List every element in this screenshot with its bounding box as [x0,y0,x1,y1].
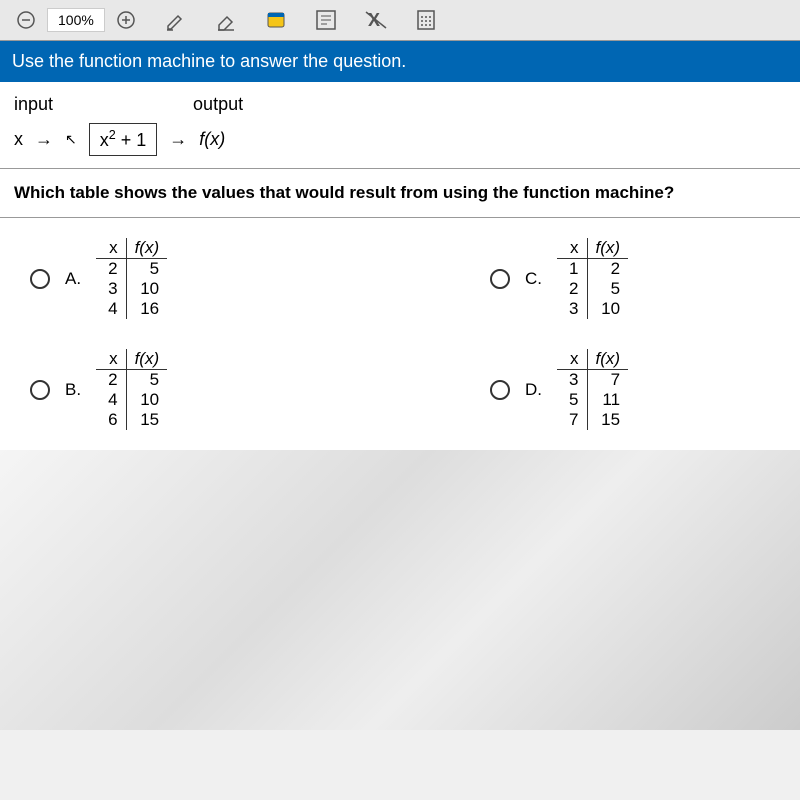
choice-d-label: D. [525,380,542,400]
radio-a[interactable] [30,269,50,289]
table-c: xf(x) 12 25 310 [557,238,628,319]
choice-b[interactable]: B. xf(x) 25 410 615 [30,349,310,430]
list-icon[interactable] [310,6,342,34]
background-area [0,450,800,730]
radio-b[interactable] [30,380,50,400]
toolbar: 100% X [0,0,800,41]
radio-d[interactable] [490,380,510,400]
svg-text:X: X [368,10,380,30]
calculator-icon[interactable] [410,6,442,34]
highlighter-icon[interactable] [160,6,192,34]
table-d: xf(x) 37 511 715 [557,349,628,430]
choice-a[interactable]: A. xf(x) 25 310 416 [30,238,310,319]
arrow-icon: → [169,129,187,150]
choice-b-label: B. [65,380,81,400]
zoom-level: 100% [47,8,105,32]
radio-c[interactable] [490,269,510,289]
zoom-out-icon[interactable] [10,6,42,34]
choice-c-label: C. [525,269,542,289]
machine-fx: f(x) [199,129,225,150]
eraser-icon[interactable] [210,6,242,34]
function-machine: input output x → ↖ x2 + 1 → f(x) [0,82,800,169]
zoom-group: 100% [10,6,142,34]
choices-grid: A. xf(x) 25 310 416 C. xf(x) 12 25 310 B… [0,218,800,450]
table-b: xf(x) 25 410 615 [96,349,167,430]
input-label: input [14,94,53,115]
notes-icon[interactable] [260,6,292,34]
machine-rule: x2 + 1 [89,123,158,156]
table-a: xf(x) 25 310 416 [96,238,167,319]
arrow-icon: → [35,129,53,150]
question-text: Which table shows the values that would … [0,169,800,218]
machine-x: x [14,129,23,150]
output-label: output [193,94,243,115]
cursor-icon: ↖ [65,131,77,148]
choice-a-label: A. [65,269,81,289]
choice-d[interactable]: D. xf(x) 37 511 715 [490,349,770,430]
choice-c[interactable]: C. xf(x) 12 25 310 [490,238,770,319]
instruction-bar: Use the function machine to answer the q… [0,41,800,82]
zoom-in-icon[interactable] [110,6,142,34]
strikethrough-icon[interactable]: X [360,6,392,34]
